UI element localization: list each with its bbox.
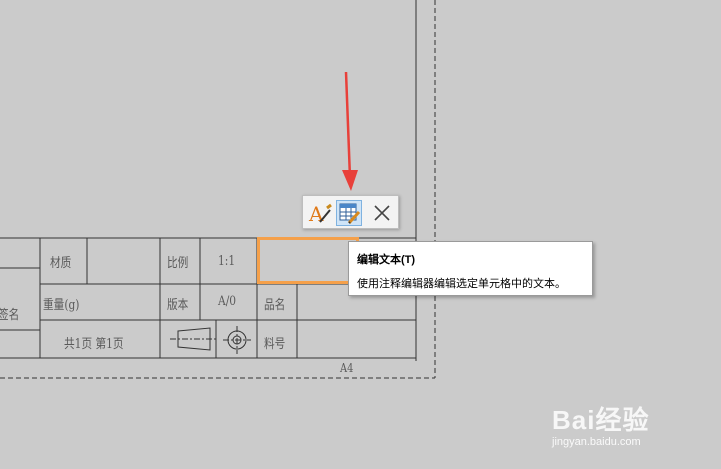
text-style-icon: A	[308, 202, 332, 226]
close-toolbar-button[interactable]	[369, 200, 395, 226]
tooltip-description: 使用注释编辑器编辑选定单元格中的文本。	[357, 278, 566, 290]
selected-cell-highlight[interactable]	[257, 237, 359, 284]
svg-text:A: A	[308, 202, 324, 226]
annotation-arrow	[342, 71, 358, 191]
scale-value: 1:1	[218, 254, 236, 269]
watermark-url: jingyan.baidu.com	[552, 436, 641, 448]
weight-label: 重量(g)	[43, 298, 80, 313]
version-label: 版本	[167, 298, 189, 313]
close-icon	[374, 205, 390, 221]
signature-label: 签名	[0, 308, 20, 323]
scale-label: 比例	[167, 256, 189, 271]
edit-text-tooltip: 编辑文本(T) 使用注释编辑器编辑选定单元格中的文本。	[348, 241, 593, 296]
part-name-label: 品名	[264, 298, 286, 313]
part-number-label: 料号	[264, 337, 286, 352]
projection-symbol-icon	[170, 326, 251, 354]
page-info: 共1页 第1页	[64, 337, 124, 352]
version-value: A/0	[218, 294, 237, 309]
material-label: 材质	[50, 256, 72, 271]
text-style-button[interactable]: A	[306, 200, 332, 226]
watermark-brand: Bai经验	[552, 405, 650, 435]
edit-text-button[interactable]	[336, 200, 362, 226]
cell-mini-toolbar: A	[302, 195, 399, 229]
baidu-jingyan-watermark: Bai经验 jingyan.baidu.com	[548, 396, 708, 456]
tooltip-title: 编辑文本(T)	[357, 254, 416, 266]
edit-table-text-icon	[339, 203, 361, 225]
sheet-size-label: A4	[340, 361, 354, 375]
